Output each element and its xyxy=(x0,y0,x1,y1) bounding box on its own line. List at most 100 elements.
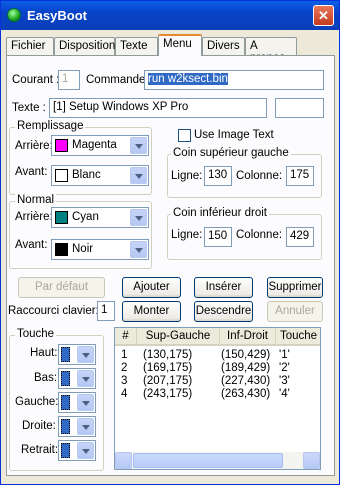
touche-bas-label: Bas: xyxy=(34,372,58,384)
tab-disposition[interactable]: Disposition xyxy=(54,37,115,55)
window-title: EasyBoot xyxy=(27,8,87,23)
normal-avant-select[interactable]: Noir xyxy=(51,239,149,260)
normal-title: Normal xyxy=(15,194,57,206)
dropdown-arrow-icon[interactable] xyxy=(77,442,94,459)
selected-value xyxy=(61,347,70,362)
use-image-text-checkbox[interactable] xyxy=(178,129,191,142)
menu-entries-list[interactable]: # Sup-Gauche Inf-Droit Touche 1 (130,175… xyxy=(114,327,321,470)
dropdown-arrow-icon[interactable] xyxy=(130,167,147,184)
list-cell[interactable]: (243,175) xyxy=(143,388,192,400)
horizontal-scrollbar[interactable] xyxy=(115,452,320,469)
raccourci-field[interactable]: 1 xyxy=(97,301,115,321)
list-cell[interactable]: 1 xyxy=(121,349,127,361)
list-cell[interactable]: (207,175) xyxy=(143,375,192,387)
texte-field[interactable]: [1] Setup Windows XP Pro xyxy=(49,98,267,118)
dropdown-arrow-icon[interactable] xyxy=(130,137,147,154)
coin-inf-colonne-field[interactable]: 429 xyxy=(286,227,314,247)
list-cell[interactable]: '3' xyxy=(279,375,290,387)
list-cell[interactable]: '2' xyxy=(279,362,290,374)
coin-sup-colonne-field[interactable]: 175 xyxy=(286,166,314,186)
tab-texte[interactable]: Texte xyxy=(115,37,158,55)
column-header-sup-gauche[interactable]: Sup-Gauche xyxy=(137,328,220,346)
coin-sup-colonne-label: Colonne: xyxy=(236,170,283,182)
touche-bas-select[interactable] xyxy=(58,368,96,389)
window: EasyBoot ✕ Fichier Disposition Texte Men… xyxy=(0,0,340,485)
tab-divers[interactable]: Divers xyxy=(202,37,245,55)
coin-inf-ligne-label: Ligne: xyxy=(171,229,203,241)
touche-gauche-select[interactable] xyxy=(58,392,96,413)
touche-droite-select[interactable] xyxy=(58,416,96,437)
dropdown-arrow-icon[interactable] xyxy=(130,241,147,258)
touche-haut-label: Haut: xyxy=(30,347,58,359)
dropdown-arrow-icon[interactable] xyxy=(130,209,147,226)
tab-fichier[interactable]: Fichier xyxy=(6,37,54,55)
selected-value xyxy=(61,371,70,386)
column-header-touche[interactable]: Touche xyxy=(276,328,320,346)
descendre-button[interactable]: Descendre xyxy=(194,301,253,322)
normal-avant-label: Avant: xyxy=(15,239,48,251)
color-swatch xyxy=(55,211,68,224)
touche-gauche-label: Gauche: xyxy=(15,396,59,408)
touche-haut-select[interactable] xyxy=(58,344,96,365)
supprimer-button[interactable]: Supprimer xyxy=(267,277,323,298)
list-cell[interactable]: 2 xyxy=(121,362,127,374)
coin-inf-colonne-label: Colonne: xyxy=(236,229,283,241)
normal-arriere-value: Cyan xyxy=(72,211,99,223)
coin-sup-title: Coin supérieur gauche xyxy=(171,147,291,159)
list-cell[interactable]: (189,429) xyxy=(221,362,270,374)
par-defaut-button[interactable]: Par défaut xyxy=(18,277,105,298)
remplissage-arriere-value: Magenta xyxy=(72,139,117,151)
remplissage-avant-value: Blanc xyxy=(72,169,101,181)
commande-label: Commande : xyxy=(86,74,152,86)
selected-value xyxy=(61,395,70,410)
list-cell[interactable]: (263,430) xyxy=(221,388,270,400)
coin-sup-ligne-field[interactable]: 130 xyxy=(204,166,232,186)
coin-inf-ligne-field[interactable]: 150 xyxy=(204,227,232,247)
list-cell[interactable]: (169,175) xyxy=(143,362,192,374)
scrollbar-thumb[interactable] xyxy=(133,453,283,468)
commande-field[interactable]: run w2ksect.bin xyxy=(144,70,324,90)
coin-sup-ligne-label: Ligne: xyxy=(171,170,203,182)
list-cell[interactable]: (150,429) xyxy=(221,349,270,361)
touche-droite-label: Droite: xyxy=(22,420,56,432)
dropdown-arrow-icon[interactable] xyxy=(77,418,94,435)
dropdown-arrow-icon[interactable] xyxy=(77,394,94,411)
column-header-number[interactable]: # xyxy=(115,328,137,346)
remplissage-arriere-select[interactable]: Magenta xyxy=(51,135,149,156)
selected-value xyxy=(61,419,70,434)
list-cell[interactable]: '1' xyxy=(279,349,290,361)
coin-inf-title: Coin inférieur droit xyxy=(171,207,269,219)
list-cell[interactable]: 4 xyxy=(121,388,127,400)
list-cell[interactable]: 3 xyxy=(121,375,127,387)
remplissage-arriere-label: Arrière: xyxy=(15,140,53,152)
tab-menu[interactable]: Menu xyxy=(158,34,202,56)
color-swatch xyxy=(55,169,68,182)
scroll-right-icon[interactable] xyxy=(303,452,320,469)
tab-a-propos[interactable]: A propos xyxy=(245,37,297,64)
ajouter-button[interactable]: Ajouter xyxy=(122,277,181,298)
column-header-inf-droit[interactable]: Inf-Droit xyxy=(220,328,276,346)
touche-retrait-select[interactable] xyxy=(58,440,96,461)
remplissage-avant-label: Avant: xyxy=(15,166,48,178)
touche-retrait-label: Retrait: xyxy=(21,444,59,456)
inserer-button[interactable]: Insérer xyxy=(194,277,253,298)
normal-avant-value: Noir xyxy=(72,243,94,255)
close-button[interactable]: ✕ xyxy=(313,5,334,26)
list-cell[interactable]: '4' xyxy=(279,388,290,400)
dropdown-arrow-icon[interactable] xyxy=(77,370,94,387)
normal-arriere-select[interactable]: Cyan xyxy=(51,207,149,228)
texte-extra-field[interactable] xyxy=(275,98,324,118)
color-swatch xyxy=(55,139,68,152)
texte-label: Texte : xyxy=(12,102,46,114)
annuler-button[interactable]: Annuler xyxy=(267,301,323,322)
list-cell[interactable]: (227,430) xyxy=(221,375,270,387)
list-cell[interactable]: (130,175) xyxy=(143,349,192,361)
app-icon xyxy=(7,8,21,22)
monter-button[interactable]: Monter xyxy=(122,301,181,322)
remplissage-avant-select[interactable]: Blanc xyxy=(51,165,149,186)
courant-field[interactable]: 1 xyxy=(58,70,80,90)
title-bar: EasyBoot ✕ xyxy=(1,1,339,30)
scroll-left-icon[interactable] xyxy=(115,452,132,469)
dropdown-arrow-icon[interactable] xyxy=(77,346,94,363)
touche-title: Touche xyxy=(15,328,57,340)
